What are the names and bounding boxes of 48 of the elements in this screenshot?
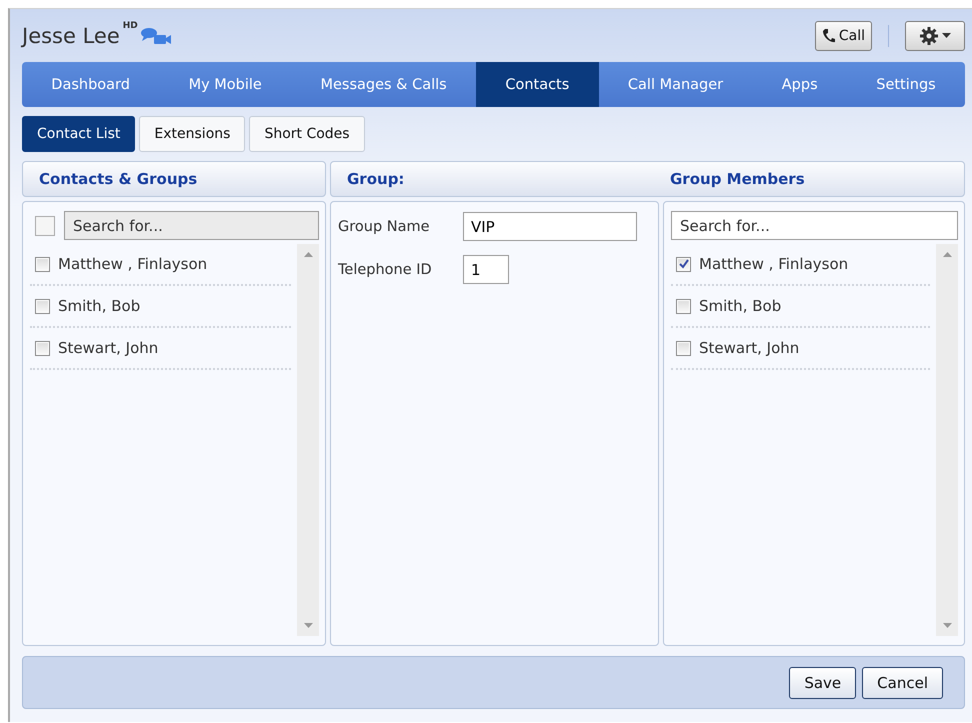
nav-tab[interactable]: Dashboard bbox=[22, 62, 160, 107]
scroll-down-icon bbox=[304, 623, 312, 628]
contact-name: Smith, Bob bbox=[699, 297, 782, 315]
contact-name: Matthew , Finlayson bbox=[58, 255, 208, 273]
contact-name: Matthew , Finlayson bbox=[699, 255, 848, 273]
panel-header: Contacts & Groups bbox=[22, 161, 326, 197]
nav-tab[interactable]: Settings bbox=[846, 62, 965, 107]
members-heading: Group Members bbox=[670, 170, 805, 188]
nav-tab[interactable]: Call Manager bbox=[598, 62, 752, 107]
select-all-checkbox[interactable] bbox=[35, 216, 55, 236]
sub-tab[interactable]: Extensions bbox=[139, 116, 246, 152]
checkbox[interactable] bbox=[35, 298, 50, 314]
search-field[interactable]: Search for... bbox=[671, 211, 958, 240]
sub-tab[interactable]: Short Codes bbox=[249, 116, 365, 152]
user-name: Jesse Lee bbox=[22, 24, 120, 48]
contact-name: Smith, Bob bbox=[58, 297, 140, 315]
field-label: Telephone ID bbox=[338, 262, 433, 278]
checkbox[interactable] bbox=[35, 340, 50, 356]
scroll-up-icon bbox=[304, 252, 312, 257]
action-button[interactable]: Save bbox=[789, 666, 856, 698]
checkbox[interactable] bbox=[676, 298, 691, 314]
scrollbar[interactable] bbox=[297, 244, 319, 636]
nav-tab[interactable]: Contacts bbox=[476, 62, 599, 107]
checkbox[interactable] bbox=[35, 256, 50, 272]
contact-name: Stewart, John bbox=[58, 339, 158, 357]
field-label: Group Name bbox=[338, 218, 431, 234]
settings-icon bbox=[919, 26, 939, 46]
nav-tab[interactable]: Messages & Calls bbox=[291, 62, 476, 107]
group-heading: Group: bbox=[347, 170, 406, 188]
nav-tab[interactable]: My Mobile bbox=[159, 62, 292, 107]
contact-name: Stewart, John bbox=[699, 339, 800, 357]
sub-tab[interactable]: Contact List bbox=[22, 116, 136, 152]
scroll-up-icon bbox=[942, 252, 952, 257]
caret-icon bbox=[942, 33, 951, 38]
nav-tab[interactable]: Apps bbox=[752, 62, 847, 107]
video-chat-icon bbox=[140, 26, 172, 44]
search-field[interactable]: Search for... bbox=[64, 211, 319, 240]
phone-icon bbox=[822, 28, 836, 44]
action-button[interactable]: Cancel bbox=[862, 666, 943, 698]
hd-label: HD bbox=[122, 21, 138, 31]
checkbox[interactable] bbox=[676, 340, 691, 356]
text-field[interactable]: VIP bbox=[463, 212, 637, 241]
text-field[interactable]: 1 bbox=[463, 255, 509, 284]
settings-button[interactable] bbox=[905, 20, 965, 50]
checkbox[interactable] bbox=[676, 256, 691, 272]
scroll-down-icon bbox=[942, 623, 952, 628]
scrollbar[interactable] bbox=[936, 244, 958, 636]
call-button[interactable]: Call bbox=[814, 20, 872, 50]
